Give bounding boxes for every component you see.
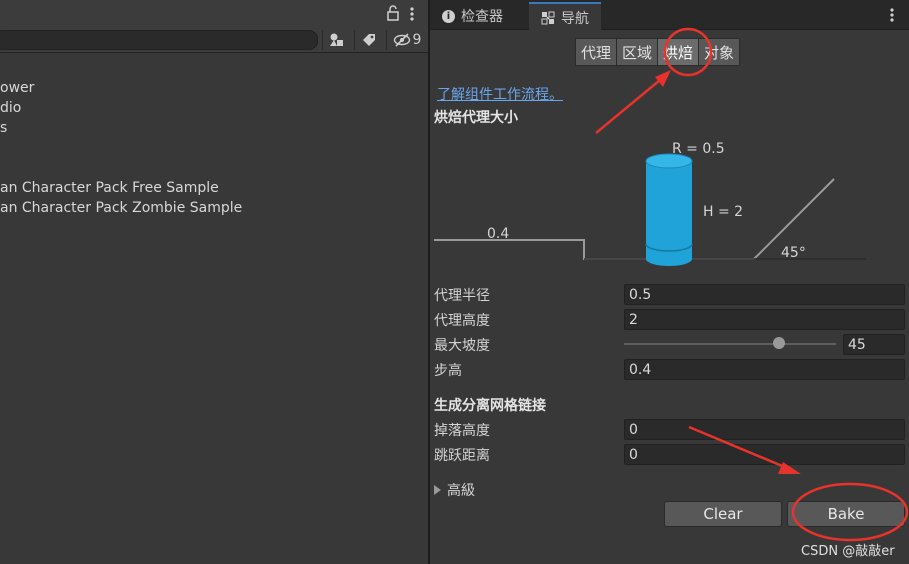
agent-size-diagram [434,153,866,266]
hierarchy-item[interactable]: an Character Pack Free Sample [0,178,219,198]
radius-label: R = 0.5 [672,141,725,157]
step-height-label: 步高 [434,363,462,379]
agent-cylinder [645,153,693,266]
hidden-count-button[interactable]: 9 [386,30,427,50]
tab-object[interactable]: 对象 [698,38,741,66]
agent-radius-label: 代理半径 [434,288,490,304]
height-label: H = 2 [703,204,744,220]
max-slope-slider-thumb[interactable] [772,337,785,349]
advanced-label: 高級 [447,483,475,499]
filter-label-button[interactable] [354,30,383,50]
agent-radius-field[interactable]: 0.5 [624,284,905,305]
navmesh-icon [541,11,555,25]
navigation-mode-tabs: 代理 区域 烘焙 对象 [575,38,741,66]
info-icon: i [442,9,455,23]
agent-height-label: 代理高度 [434,313,490,329]
eye-hidden-icon [393,33,410,47]
tab-agents[interactable]: 代理 [575,38,618,66]
tab-inspector[interactable]: i 检查器 [430,3,515,29]
offmesh-heading: 生成分离网格链接 [434,398,546,414]
hidden-count: 9 [412,32,422,48]
max-slope-label: 最大坡度 [434,338,490,354]
jump-distance-label: 跳跃距离 [434,448,490,464]
more-options-icon[interactable] [409,6,415,22]
hierarchy-toolbar [0,0,428,29]
watermark: CSDN @敲敲er [801,544,895,559]
jump-distance-field[interactable]: 0 [624,444,905,465]
max-slope-slider-track[interactable] [624,343,836,345]
hierarchy-item[interactable]: an Character Pack Zombie Sample [0,198,242,218]
tab-navigation[interactable]: 导航 [529,2,601,31]
navigation-panel: i 检查器 导航 代理 区域 烘焙 对象 了解组件工作流程。 烘焙代理大小 R [430,0,909,564]
hierarchy-panel: 9 ower dio s an Character Pack Free Samp… [0,0,428,564]
agent-height-field[interactable]: 2 [624,309,905,330]
hierarchy-search-row: 9 [0,28,428,53]
step-label: 0.4 [487,226,510,242]
step-height-field[interactable]: 0.4 [624,359,905,380]
advanced-foldout[interactable]: 高級 [434,480,475,500]
clear-button[interactable]: Clear [664,501,782,527]
triangle-right-icon [434,485,441,495]
slope-label: 45° [781,245,806,261]
more-options-icon[interactable] [889,7,895,23]
tab-areas[interactable]: 区域 [616,38,659,66]
tag-icon [363,34,375,46]
drop-height-field[interactable]: 0 [624,419,905,440]
bake-button[interactable]: Bake [787,501,905,527]
hierarchy-item[interactable]: s [0,118,7,138]
max-slope-field[interactable]: 45 [843,334,905,355]
hierarchy-item[interactable]: ower [0,78,34,98]
tab-bar: i 检查器 导航 [430,0,909,31]
workflow-link[interactable]: 了解组件工作流程。 [437,84,563,104]
lock-icon[interactable] [386,5,400,21]
tab-bake[interactable]: 烘焙 [657,38,700,66]
filter-type-button[interactable] [322,30,351,50]
search-input[interactable] [0,30,318,50]
agent-size-heading: 烘焙代理大小 [434,110,518,126]
ground-profile [434,178,835,260]
tab-navigation-label: 导航 [561,10,589,27]
drop-height-label: 掉落高度 [434,423,490,439]
hierarchy-item[interactable]: dio [0,98,21,118]
shapes-icon [330,33,343,46]
tab-inspector-label: 检查器 [461,9,503,25]
